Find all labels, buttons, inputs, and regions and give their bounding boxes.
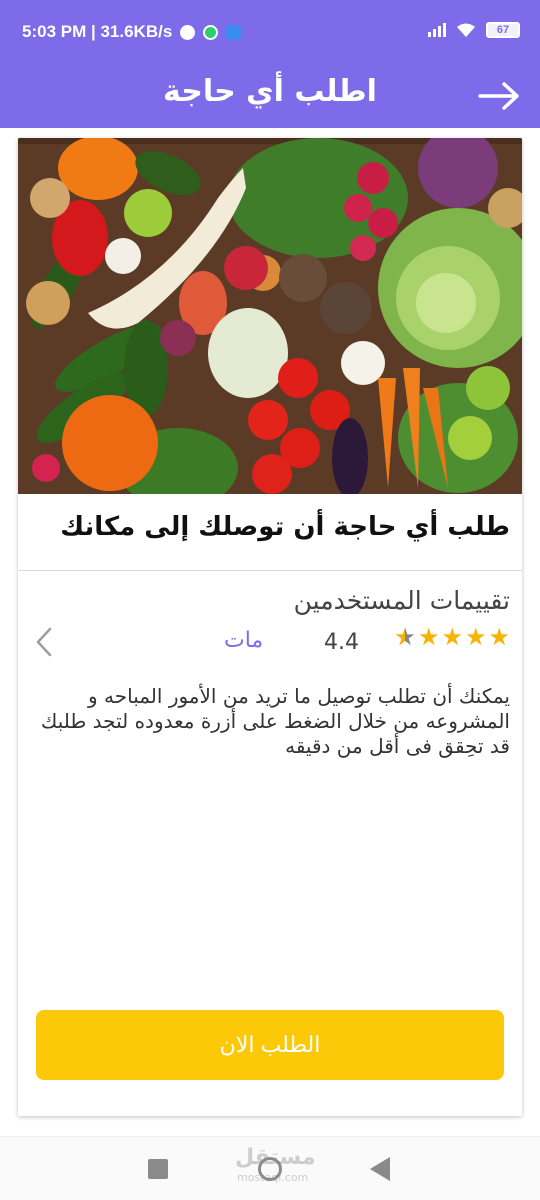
- status-bar: 5:03 PM | 31.6KB/s 67: [0, 0, 540, 64]
- card-title: طلب أي حاجة أن توصلك إلى مكانك: [60, 512, 510, 542]
- status-left: 5:03 PM | 31.6KB/s: [22, 22, 242, 42]
- star-icon: ★: [464, 623, 487, 651]
- back-button[interactable]: [476, 74, 522, 118]
- rating-link[interactable]: مات: [224, 628, 263, 653]
- arrow-right-icon: [478, 82, 519, 110]
- rating-value: 4.4: [324, 630, 359, 655]
- star-icon: ★: [488, 623, 510, 651]
- description: يمكنك أن تطلب توصيل ما تريد من الأمور ال…: [40, 684, 510, 758]
- divider: [18, 570, 522, 571]
- battery-icon: 67: [486, 22, 520, 38]
- ratings-heading: تقييمات المستخدمين: [293, 586, 510, 615]
- chevron-left-icon[interactable]: [32, 626, 56, 658]
- star-icon: ★: [441, 623, 463, 651]
- app-notification-icon: [226, 24, 242, 40]
- status-right: 67: [428, 22, 520, 38]
- signal-icon: [428, 23, 446, 37]
- home-icon[interactable]: [258, 1157, 282, 1181]
- vegetables-illustration: [18, 138, 522, 494]
- wifi-icon: [457, 23, 475, 37]
- service-card: طلب أي حاجة أن توصلك إلى مكانك تقييمات ا…: [18, 138, 522, 1116]
- recent-apps-icon[interactable]: [148, 1159, 168, 1179]
- rating-stars: ★ ★ ★ ★ ★: [394, 624, 510, 650]
- alarm-icon: [180, 24, 196, 40]
- app-bar: اطلب أي حاجة: [0, 64, 540, 128]
- star-half-icon: ★: [394, 624, 416, 650]
- order-now-button[interactable]: الطلب الان: [36, 1010, 504, 1080]
- vegetables-image: [18, 138, 522, 494]
- page-title: اطلب أي حاجة: [163, 74, 377, 109]
- system-nav-bar: مستقل mostaql.com: [0, 1136, 540, 1200]
- whatsapp-icon: [203, 24, 219, 40]
- status-time: 5:03 PM | 31.6KB/s: [22, 22, 173, 41]
- back-triangle-icon[interactable]: [370, 1157, 390, 1181]
- star-icon: ★: [417, 623, 440, 651]
